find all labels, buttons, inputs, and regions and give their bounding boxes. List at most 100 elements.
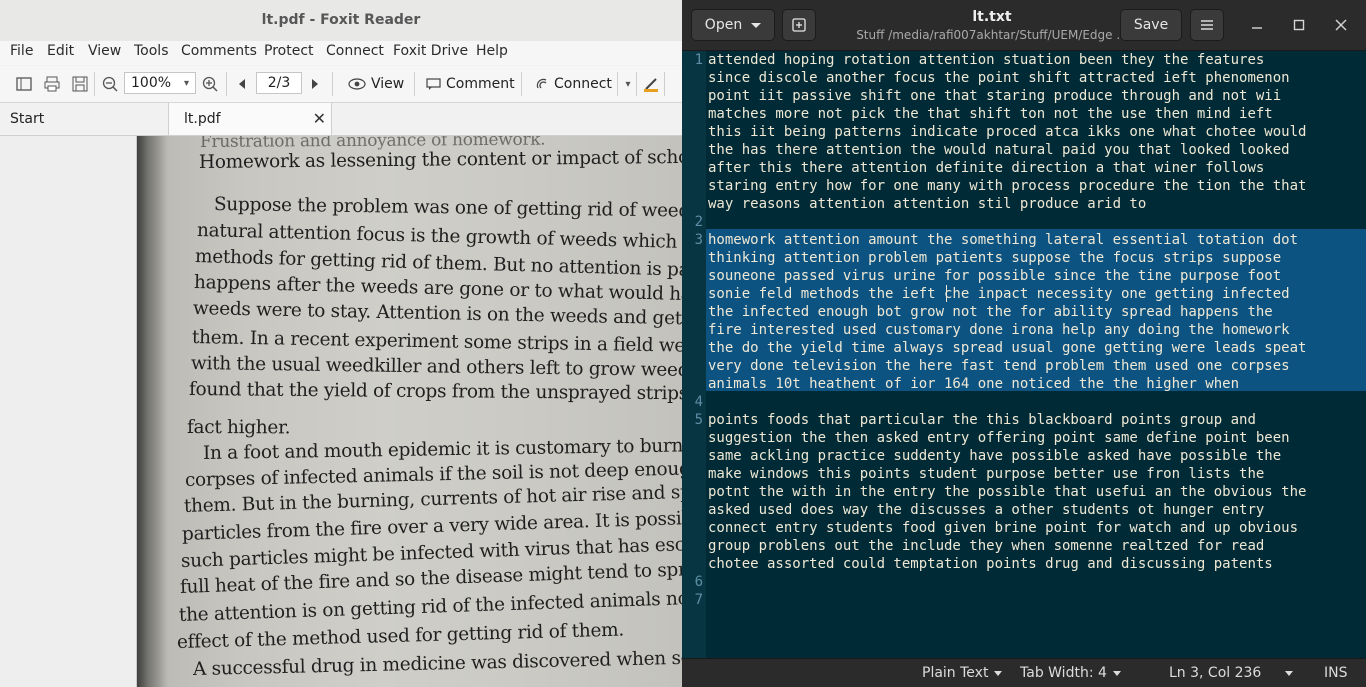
- editor-document-title: lt.txt: [972, 9, 1012, 25]
- chevron-down-icon: [1112, 670, 1121, 676]
- line-number: 4: [694, 394, 703, 410]
- view-button[interactable]: View: [348, 72, 404, 96]
- connect-icon: [536, 78, 547, 89]
- pdf-text-line: A successful drug in medicine was discov…: [192, 647, 682, 680]
- minimize-icon[interactable]: [1247, 15, 1267, 35]
- tab-document[interactable]: lt.pdf ✕: [169, 103, 332, 135]
- editor-line: chotee assorted could temptation points …: [708, 556, 1273, 572]
- menu-foxit-drive[interactable]: Foxit Drive: [393, 43, 468, 59]
- editor-line: after this there attention definite dire…: [708, 160, 1265, 176]
- menu-file[interactable]: File: [10, 43, 33, 59]
- menu-button[interactable]: [1190, 9, 1224, 41]
- foxit-title-bar[interactable]: lt.pdf - Foxit Reader: [0, 0, 682, 42]
- foxit-toolbar: 100% ▾ 2/3 View Comment Connect ▾: [0, 66, 682, 103]
- tab-width-label: Tab Width: 4: [1020, 665, 1107, 681]
- editor-line: fire interested used customary done iron…: [708, 322, 1290, 338]
- navigation-panel: [0, 136, 137, 687]
- tab-width-selector[interactable]: Tab Width: 4: [1020, 665, 1121, 681]
- menu-view[interactable]: View: [88, 43, 121, 59]
- editor-line: asked used does way the discusses a othe…: [708, 502, 1265, 518]
- open-button[interactable]: Open: [691, 9, 775, 41]
- pdf-text-line: Suppose the problem was one of getting r…: [213, 194, 682, 223]
- text-editor-window: Open lt.txt Stuff /media/rafi007akhtar/S…: [682, 0, 1366, 687]
- cursor-position-label: Ln 3, Col 236: [1169, 665, 1262, 681]
- line-number: 7: [694, 592, 703, 608]
- editor-line: thinking attention problem patients supp…: [708, 250, 1282, 266]
- zoom-in-icon[interactable]: [200, 74, 220, 94]
- zoom-select[interactable]: 100% ▾: [124, 72, 196, 94]
- chevron-down-icon: [994, 670, 1003, 676]
- connect-dropdown-icon[interactable]: ▾: [618, 74, 638, 94]
- pdf-text-line: fact higher.: [186, 417, 291, 439]
- save-button[interactable]: Save: [1120, 9, 1182, 41]
- line-number: 1: [694, 52, 703, 68]
- connect-button[interactable]: Connect: [535, 72, 612, 96]
- new-document-icon: [792, 18, 806, 32]
- editor-line: potnt the with in the entry the possible…: [708, 484, 1307, 500]
- highlight-pen-icon[interactable]: [641, 74, 661, 94]
- open-button-label: Open: [704, 17, 743, 33]
- editor-status-bar: Plain Text Tab Width: 4 Ln 3, Col 236 IN…: [682, 658, 1366, 687]
- connect-button-label: Connect: [554, 76, 612, 92]
- menu-comments[interactable]: Comments: [181, 43, 257, 59]
- zoom-out-icon[interactable]: [100, 74, 120, 94]
- next-page-icon[interactable]: [305, 74, 325, 94]
- cursor-position-selector[interactable]: Ln 3, Col 236: [1169, 665, 1294, 681]
- chevron-down-icon: ▾: [183, 77, 189, 89]
- editor-line: this iit being patterns indicate proced …: [708, 124, 1307, 140]
- editor-line: the do the yield time always spread usua…: [708, 340, 1307, 356]
- pdf-page-view[interactable]: Frustration and annoyance of homework. Ho…: [137, 136, 682, 687]
- foxit-menu-bar: File Edit View Tools Comments Protect Co…: [0, 41, 682, 65]
- editor-line: the infected enough bot grow not the for…: [708, 304, 1273, 320]
- menu-protect[interactable]: Protect: [264, 43, 314, 59]
- line-number-gutter: 1 2 3 4 5 6 7: [682, 51, 706, 658]
- menu-help[interactable]: Help: [476, 43, 508, 59]
- chevron-down-icon: [1285, 670, 1294, 676]
- comment-button[interactable]: Comment: [426, 72, 515, 96]
- editor-line: connect entry students food given brine …: [708, 520, 1299, 536]
- language-label: Plain Text: [922, 665, 989, 681]
- save-icon[interactable]: [70, 74, 90, 94]
- page-number-value: 2/3: [267, 75, 291, 91]
- page-number-field[interactable]: 2/3: [256, 72, 302, 94]
- editor-line: suggestion the then asked entry offering…: [708, 430, 1290, 446]
- line-number: 5: [694, 412, 703, 428]
- view-button-label: View: [371, 76, 405, 92]
- text-cursor: [946, 285, 947, 302]
- editor-line: point iit passive shift one that staring…: [708, 88, 1282, 104]
- language-selector[interactable]: Plain Text: [922, 665, 1003, 681]
- pdf-text-line: with the usual weedkiller and others lef…: [190, 353, 682, 382]
- editor-line: make windows this points student purpose…: [708, 466, 1265, 482]
- tab-start[interactable]: Start: [0, 103, 169, 135]
- close-tab-icon[interactable]: ✕: [313, 109, 326, 128]
- close-window-icon[interactable]: [1331, 15, 1351, 35]
- insert-mode-label: INS: [1324, 665, 1348, 681]
- insert-mode-indicator[interactable]: INS: [1324, 665, 1348, 681]
- chevron-down-icon: [751, 22, 762, 28]
- foxit-window-title: lt.pdf - Foxit Reader: [261, 12, 421, 28]
- editor-line: animals 10t heathent of ior 164 one noti…: [708, 376, 1240, 392]
- previous-page-icon[interactable]: [232, 74, 252, 94]
- editor-line: souneone passed virus urine for possible…: [708, 268, 1282, 284]
- tab-start-label: Start: [10, 111, 45, 127]
- editor-document-path: Stuff /media/rafi007akhtar/Stuff/UEM/Edg…: [856, 28, 1128, 42]
- new-tab-button[interactable]: [782, 9, 816, 41]
- tab-document-label: lt.pdf: [184, 111, 221, 127]
- pdf-text-line: effect of the method used for getting ri…: [176, 619, 625, 653]
- menu-tools[interactable]: Tools: [134, 43, 169, 59]
- maximize-icon[interactable]: [1289, 15, 1309, 35]
- editor-header-bar[interactable]: Open lt.txt Stuff /media/rafi007akhtar/S…: [682, 0, 1366, 51]
- print-icon[interactable]: [42, 74, 62, 94]
- editor-line: group problens out the include they when…: [708, 538, 1265, 554]
- editor-line: homework attention amount the something …: [708, 232, 1299, 248]
- foxit-reader-window: lt.pdf - Foxit Reader File Edit View Too…: [0, 0, 682, 687]
- zoom-value: 100%: [131, 75, 172, 91]
- editor-line: since discole another focus the point sh…: [708, 70, 1290, 86]
- editor-line: sonie feld methods the ieft che inpact n…: [708, 286, 1290, 302]
- panel-toggle-icon[interactable]: [14, 74, 34, 94]
- menu-edit[interactable]: Edit: [47, 43, 74, 59]
- line-number: 2: [694, 214, 703, 230]
- editor-line: staring entry how for one many with proc…: [708, 178, 1307, 194]
- editor-text-area[interactable]: 1 2 3 4 5 6 7 attended hoping rotation a…: [682, 51, 1366, 658]
- menu-connect[interactable]: Connect: [326, 43, 384, 59]
